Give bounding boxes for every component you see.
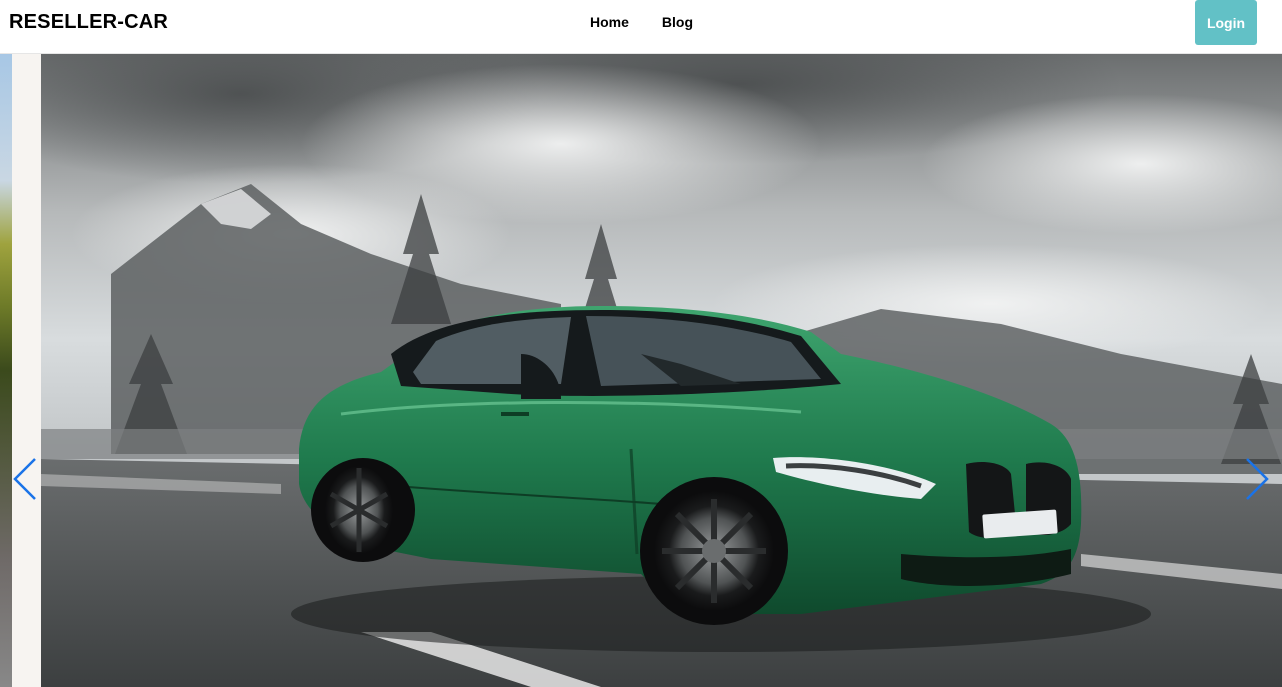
brand-logo[interactable]: RESELLER-CAR [9,11,168,34]
car-photo [41,54,1282,687]
navbar: RESELLER-CAR Home Blog Login [0,0,1282,54]
chevron-right-icon [1246,458,1269,500]
carousel-slide-image [41,54,1282,687]
carousel-prev-button[interactable] [11,455,39,503]
nav-link-home[interactable]: Home [590,14,629,31]
main-nav: Home Blog [590,14,693,31]
login-button[interactable]: Login [1195,0,1257,45]
nav-link-blog[interactable]: Blog [662,14,693,31]
previous-slide-peek [0,54,12,687]
hero-carousel [0,54,1282,687]
slide-gutter [12,54,41,687]
carousel-next-button[interactable] [1243,455,1271,503]
chevron-left-icon [13,458,36,500]
